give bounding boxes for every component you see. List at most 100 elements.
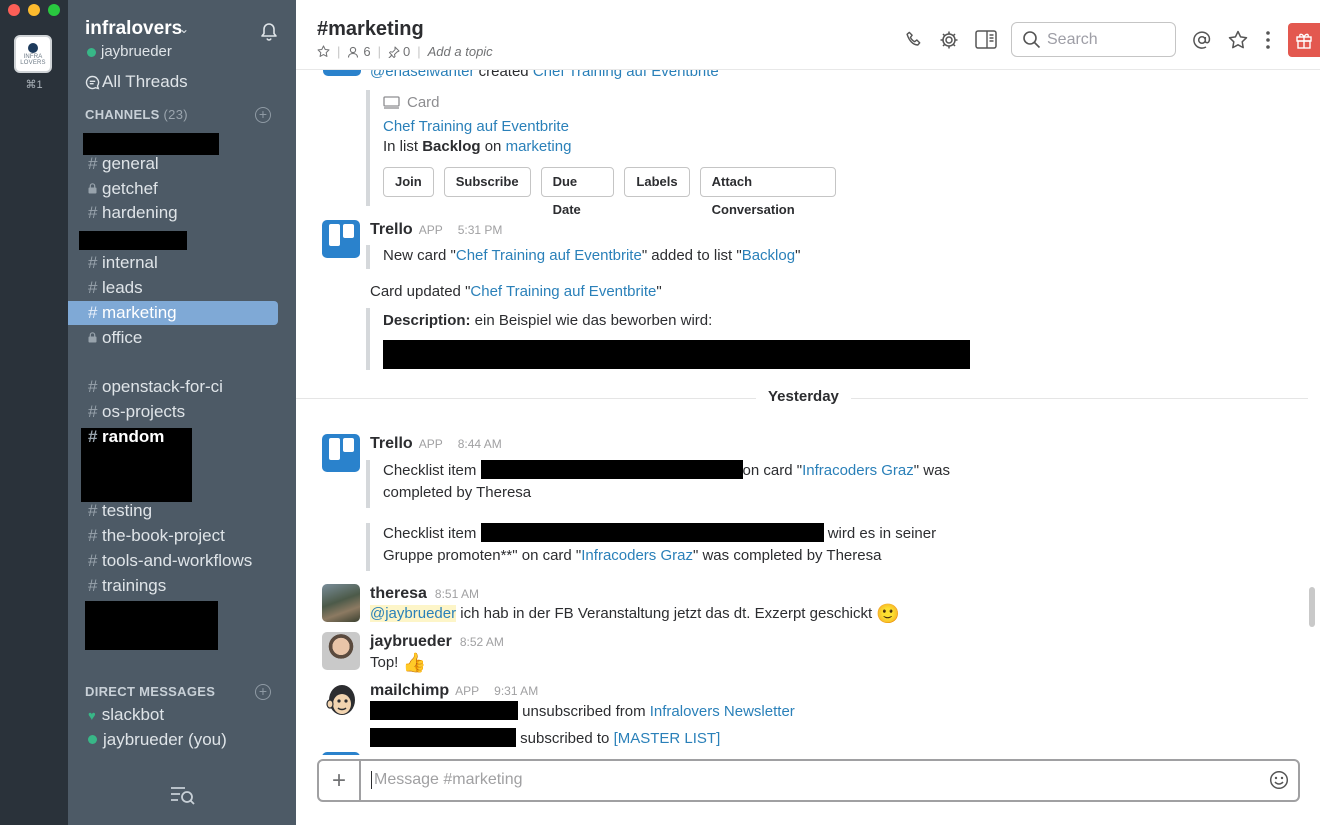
sender-name[interactable]: theresa (370, 585, 427, 603)
timestamp[interactable]: 5:31 PM (458, 223, 503, 237)
card-link[interactable]: Infracoders Graz (581, 547, 693, 564)
window-close-button[interactable] (8, 4, 20, 16)
trello-avatar[interactable] (322, 434, 360, 472)
channels-header[interactable]: CHANNELS (23) (85, 107, 188, 122)
gear-icon[interactable] (939, 30, 959, 50)
mailchimp-avatar[interactable] (322, 680, 360, 718)
labels-button[interactable]: Labels (624, 167, 690, 197)
details-pane-icon[interactable] (975, 30, 997, 49)
sender-name[interactable]: mailchimp (370, 682, 449, 700)
avatar[interactable] (323, 70, 361, 76)
sidebar-item-testing[interactable]: # testing (68, 499, 296, 523)
message-header: theresa 8:51 AM (370, 585, 479, 603)
timestamp[interactable]: 8:52 AM (460, 635, 504, 649)
board-link[interactable]: marketing (506, 138, 572, 155)
timestamp[interactable]: 9:31 AM (494, 684, 538, 698)
due-date-button[interactable]: Due Date (540, 167, 615, 217)
sidebar-item-random[interactable]: # random (68, 425, 296, 449)
pinned-count[interactable]: 0 (403, 44, 410, 59)
member-count[interactable]: 6 (363, 44, 370, 59)
card-link[interactable]: Infracoders Graz (802, 462, 914, 479)
window-zoom-button[interactable] (48, 4, 60, 16)
mentions-icon[interactable] (1192, 30, 1212, 50)
message-text: ein Beispiel wie das beworben wird: (470, 312, 713, 329)
add-dm-icon[interactable]: + (255, 684, 271, 700)
sidebar-item-leads[interactable]: # leads (68, 276, 296, 300)
message-composer[interactable]: + Message #marketing (317, 759, 1300, 802)
message-header: mailchimp APP 9:31 AM (370, 682, 538, 700)
card-link[interactable]: Chef Training auf Eventbrite (456, 247, 642, 264)
direct-messages-header[interactable]: DIRECT MESSAGES (85, 684, 215, 699)
dm-item-self[interactable]: jaybrueder (you) (68, 728, 296, 752)
sidebar-item-general[interactable]: # general (68, 152, 296, 176)
message-header: Trello APP 8:44 AM (370, 435, 502, 453)
bell-icon[interactable] (260, 22, 278, 42)
sidebar-item-tools-and-workflows[interactable]: # tools-and-workflows (68, 549, 296, 573)
sidebar-item-trainings[interactable]: # trainings (68, 574, 296, 598)
sender-name[interactable]: Trello (370, 221, 413, 239)
avatar[interactable] (322, 584, 360, 622)
add-channel-icon[interactable]: + (255, 107, 271, 123)
card-title-link[interactable]: Chef Training auf Eventbrite (383, 118, 836, 135)
avatar[interactable] (322, 752, 360, 755)
card-list-info: In list Backlog on marketing (383, 136, 836, 158)
add-attachment-button[interactable]: + (319, 761, 361, 800)
sidebar-item-getchef[interactable]: getchef (68, 177, 296, 201)
avatar[interactable] (322, 632, 360, 670)
newsletter-link[interactable]: Infralovers Newsletter (650, 703, 795, 720)
dm-item-slackbot[interactable]: ♥ slackbot (68, 703, 296, 727)
call-icon[interactable] (905, 30, 924, 49)
gift-icon[interactable] (1288, 23, 1320, 57)
timestamp[interactable]: 8:51 AM (435, 587, 479, 601)
message-input[interactable]: Message #marketing (371, 771, 523, 789)
subscribe-button[interactable]: Subscribe (443, 167, 531, 197)
star-icon[interactable] (1228, 30, 1248, 50)
list-link[interactable]: Backlog (742, 247, 795, 264)
attach-conversation-button[interactable]: Attach Conversation (699, 167, 836, 217)
dm-item-label: jaybrueder (you) (103, 730, 227, 749)
quick-switcher-icon[interactable] (170, 785, 196, 805)
user-mention[interactable]: @ehaselwanter (370, 70, 474, 80)
user-mention[interactable]: @jaybrueder (370, 605, 457, 622)
message-list: @ehaselwanter created Chef Training auf … (296, 70, 1308, 755)
message-text: ich hab in der FB Veranstaltung jetzt da… (456, 605, 873, 622)
trello-avatar[interactable] (322, 220, 360, 258)
sidebar-item-openstack-for-ci[interactable]: # openstack-for-ci (68, 375, 296, 399)
emoji-icon[interactable] (1269, 770, 1289, 790)
sender-name[interactable]: jaybrueder (370, 633, 452, 651)
search-input[interactable]: Search (1011, 22, 1176, 57)
chevron-down-icon[interactable]: ⌄ (179, 22, 189, 36)
sidebar: infralovers ⌄ jaybrueder All Threads CHA… (68, 0, 296, 825)
window-minimize-button[interactable] (28, 4, 40, 16)
sidebar-item-label: marketing (102, 303, 177, 322)
team-shortcut: ⌘1 (25, 79, 43, 91)
sidebar-item-label: leads (102, 278, 143, 297)
sidebar-item-hardening[interactable]: # hardening (68, 201, 296, 225)
join-button[interactable]: Join (383, 167, 434, 197)
card-link[interactable]: Chef Training auf Eventbrite (470, 283, 656, 300)
redacted-block (79, 231, 187, 250)
sidebar-item-marketing[interactable]: # marketing (68, 301, 278, 325)
members-icon[interactable] (347, 46, 359, 58)
add-topic-link[interactable]: Add a topic (428, 44, 493, 59)
heart-icon: ♥ (88, 708, 96, 723)
message-scrollbar[interactable] (1309, 587, 1315, 627)
list-link[interactable]: [MASTER LIST] (614, 730, 721, 747)
sidebar-item-os-projects[interactable]: # os-projects (68, 400, 296, 424)
team-name[interactable]: infralovers (85, 18, 182, 40)
more-vertical-icon[interactable] (1265, 30, 1271, 50)
sidebar-item-the-book-project[interactable]: # the-book-project (68, 524, 296, 548)
sidebar-item-office[interactable]: office (68, 326, 296, 350)
timestamp[interactable]: 8:44 AM (458, 437, 502, 451)
pin-icon[interactable] (388, 46, 400, 58)
star-icon[interactable] (317, 45, 330, 58)
current-user-name[interactable]: jaybrueder (101, 43, 172, 60)
message-text: Checklist item (383, 525, 481, 542)
channel-title[interactable]: #marketing (317, 18, 424, 41)
team-switcher-tile[interactable]: INFRA LOVERS (14, 35, 52, 73)
card-link[interactable]: Chef Training auf Eventbrite (533, 70, 719, 80)
sidebar-item-internal[interactable]: # internal (68, 251, 296, 275)
sender-name[interactable]: Trello (370, 435, 413, 453)
sidebar-item-label: hardening (102, 203, 178, 222)
all-threads-link[interactable]: All Threads (102, 72, 188, 92)
